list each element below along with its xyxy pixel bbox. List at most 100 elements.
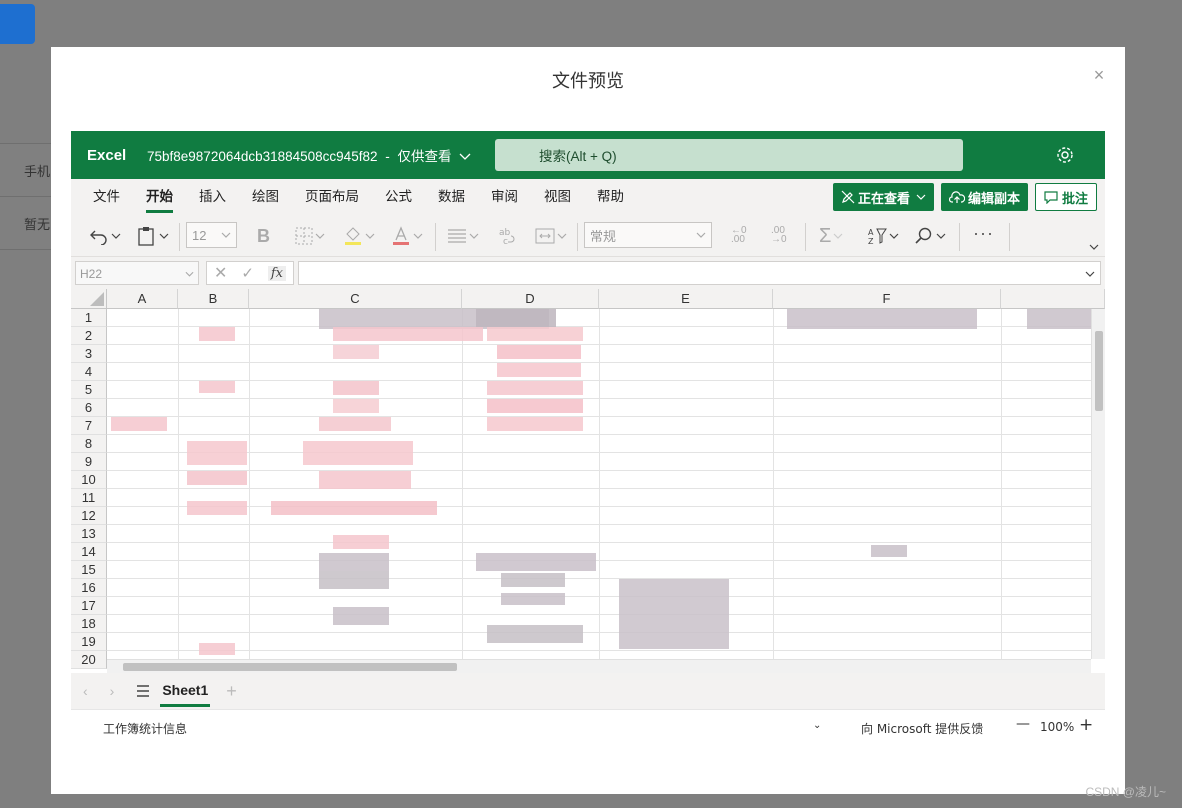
feedback-link[interactable]: 向 Microsoft 提供反馈 bbox=[861, 720, 983, 737]
row-header-3[interactable]: 3 bbox=[71, 345, 107, 363]
redacted-cell-content bbox=[187, 441, 247, 465]
svg-text:Z: Z bbox=[868, 237, 874, 246]
column-header-a[interactable]: A bbox=[107, 289, 178, 309]
column-header-e[interactable]: E bbox=[599, 289, 773, 309]
align-button[interactable] bbox=[447, 224, 479, 248]
comment-button[interactable]: 批注 bbox=[1034, 183, 1097, 211]
row-header-14[interactable]: 14 bbox=[71, 543, 107, 561]
row-header-9[interactable]: 9 bbox=[71, 453, 107, 471]
redacted-cell-content bbox=[487, 327, 583, 341]
row-header-7[interactable]: 7 bbox=[71, 417, 107, 435]
horizontal-scrollbar[interactable] bbox=[107, 659, 1091, 673]
vertical-scroll-thumb[interactable] bbox=[1095, 331, 1103, 411]
sort-filter-button[interactable]: AZ bbox=[867, 224, 899, 248]
chevron-down-icon bbox=[1085, 271, 1095, 277]
redacted-cell-content bbox=[333, 399, 379, 413]
excel-viewer: Excel 75bf8e9872064dcb31884508cc945f82 -… bbox=[71, 131, 1105, 757]
column-header-f[interactable]: F bbox=[773, 289, 1001, 309]
row-header-5[interactable]: 5 bbox=[71, 381, 107, 399]
workbook-stats[interactable]: 工作簿统计信息 bbox=[103, 720, 187, 737]
row-header-13[interactable]: 13 bbox=[71, 525, 107, 543]
row-gridline bbox=[107, 560, 1091, 561]
column-header-next[interactable] bbox=[1001, 289, 1105, 309]
row-header-1[interactable]: 1 bbox=[71, 309, 107, 327]
tab-draw[interactable]: 绘图 bbox=[239, 179, 292, 215]
wrap-text-button[interactable]: ab c bbox=[497, 224, 517, 248]
search-input[interactable]: 搜索(Alt + Q) bbox=[495, 139, 963, 171]
paste-button[interactable] bbox=[137, 224, 169, 248]
zoom-level[interactable]: 100% bbox=[1040, 720, 1074, 734]
tab-help[interactable]: 帮助 bbox=[584, 179, 637, 215]
row-header-20[interactable]: 20 bbox=[71, 651, 107, 669]
row-header-6[interactable]: 6 bbox=[71, 399, 107, 417]
row-header-15[interactable]: 15 bbox=[71, 561, 107, 579]
edit-copy-button[interactable]: 编辑副本 bbox=[940, 183, 1028, 211]
row-header-4[interactable]: 4 bbox=[71, 363, 107, 381]
gear-icon[interactable] bbox=[1055, 145, 1075, 165]
fx-icon[interactable]: fx bbox=[267, 265, 287, 281]
column-gridline bbox=[249, 309, 250, 673]
viewing-button[interactable]: 正在查看 bbox=[832, 183, 934, 211]
tab-insert[interactable]: 插入 bbox=[186, 179, 239, 215]
toolbar-divider bbox=[577, 223, 578, 251]
horizontal-scroll-thumb[interactable] bbox=[123, 663, 457, 671]
check-icon[interactable]: ✓ bbox=[241, 264, 254, 282]
borders-button[interactable] bbox=[295, 224, 325, 248]
font-color-button[interactable] bbox=[391, 224, 423, 248]
sheet-tab-sheet1[interactable]: Sheet1 bbox=[160, 673, 211, 709]
tab-review[interactable]: 审阅 bbox=[478, 179, 531, 215]
row-header-2[interactable]: 2 bbox=[71, 327, 107, 345]
more-options-icon[interactable]: ··· bbox=[973, 221, 994, 245]
chevron-down-icon[interactable]: ⌄ bbox=[813, 720, 821, 731]
sheet-list-icon[interactable] bbox=[136, 685, 150, 697]
autosum-button[interactable]: Σ bbox=[819, 224, 843, 248]
row-header-19[interactable]: 19 bbox=[71, 633, 107, 651]
font-color-icon bbox=[393, 226, 409, 245]
chevron-down-icon bbox=[221, 232, 231, 238]
decrease-decimal-button[interactable]: .00 →0 bbox=[771, 226, 787, 250]
tab-view[interactable]: 视图 bbox=[531, 179, 584, 215]
number-format-select[interactable]: 常规 bbox=[584, 222, 712, 248]
row-header-8[interactable]: 8 bbox=[71, 435, 107, 453]
column-header-b[interactable]: B bbox=[178, 289, 249, 309]
increase-decimal-button[interactable]: ←0.00 bbox=[731, 226, 747, 250]
tab-page-layout[interactable]: 页面布局 bbox=[292, 179, 372, 215]
redacted-cell-content bbox=[271, 501, 437, 515]
tab-data[interactable]: 数据 bbox=[425, 179, 478, 215]
file-title[interactable]: 75bf8e9872064dcb31884508cc945f82 - 仅供查看 bbox=[147, 145, 471, 165]
tab-formulas[interactable]: 公式 bbox=[372, 179, 425, 215]
zoom-out-button[interactable]: — bbox=[1016, 716, 1030, 732]
column-header-d[interactable]: D bbox=[462, 289, 599, 309]
undo-button[interactable] bbox=[89, 224, 121, 248]
row-gridline bbox=[107, 488, 1091, 489]
tab-home[interactable]: 开始 bbox=[133, 179, 186, 215]
chevron-left-icon[interactable]: ‹ bbox=[83, 683, 88, 699]
font-size-select[interactable]: 12 bbox=[186, 222, 237, 248]
row-header-11[interactable]: 11 bbox=[71, 489, 107, 507]
bold-button[interactable]: B bbox=[257, 224, 270, 248]
name-box[interactable]: H22 bbox=[75, 261, 199, 285]
fill-color-button[interactable] bbox=[343, 224, 375, 248]
formula-input[interactable] bbox=[298, 261, 1101, 285]
chevron-down-icon[interactable] bbox=[1089, 244, 1099, 250]
cancel-icon[interactable]: ✕ bbox=[214, 263, 227, 283]
cloud-upload-icon bbox=[948, 190, 965, 203]
select-all-corner[interactable] bbox=[71, 289, 107, 309]
spreadsheet-grid[interactable]: A B C D E F 1 2 3 4 5 6 7 8 9 10 11 12 13 14 15 16 17 18 19 20 bbox=[71, 289, 1105, 673]
vertical-scrollbar[interactable] bbox=[1091, 309, 1105, 659]
add-sheet-button[interactable]: + bbox=[226, 681, 237, 702]
row-header-10[interactable]: 10 bbox=[71, 471, 107, 489]
close-icon[interactable]: × bbox=[1089, 65, 1109, 85]
row-header-12[interactable]: 12 bbox=[71, 507, 107, 525]
tab-file[interactable]: 文件 bbox=[80, 179, 133, 215]
column-header-c[interactable]: C bbox=[249, 289, 462, 309]
merge-button[interactable] bbox=[535, 224, 567, 248]
zoom-in-button[interactable]: + bbox=[1079, 715, 1093, 735]
find-button[interactable] bbox=[915, 224, 946, 248]
row-header-18[interactable]: 18 bbox=[71, 615, 107, 633]
svg-text:c: c bbox=[503, 237, 508, 246]
redacted-cell-content bbox=[619, 579, 729, 649]
chevron-right-icon[interactable]: › bbox=[110, 683, 115, 699]
row-header-17[interactable]: 17 bbox=[71, 597, 107, 615]
row-header-16[interactable]: 16 bbox=[71, 579, 107, 597]
